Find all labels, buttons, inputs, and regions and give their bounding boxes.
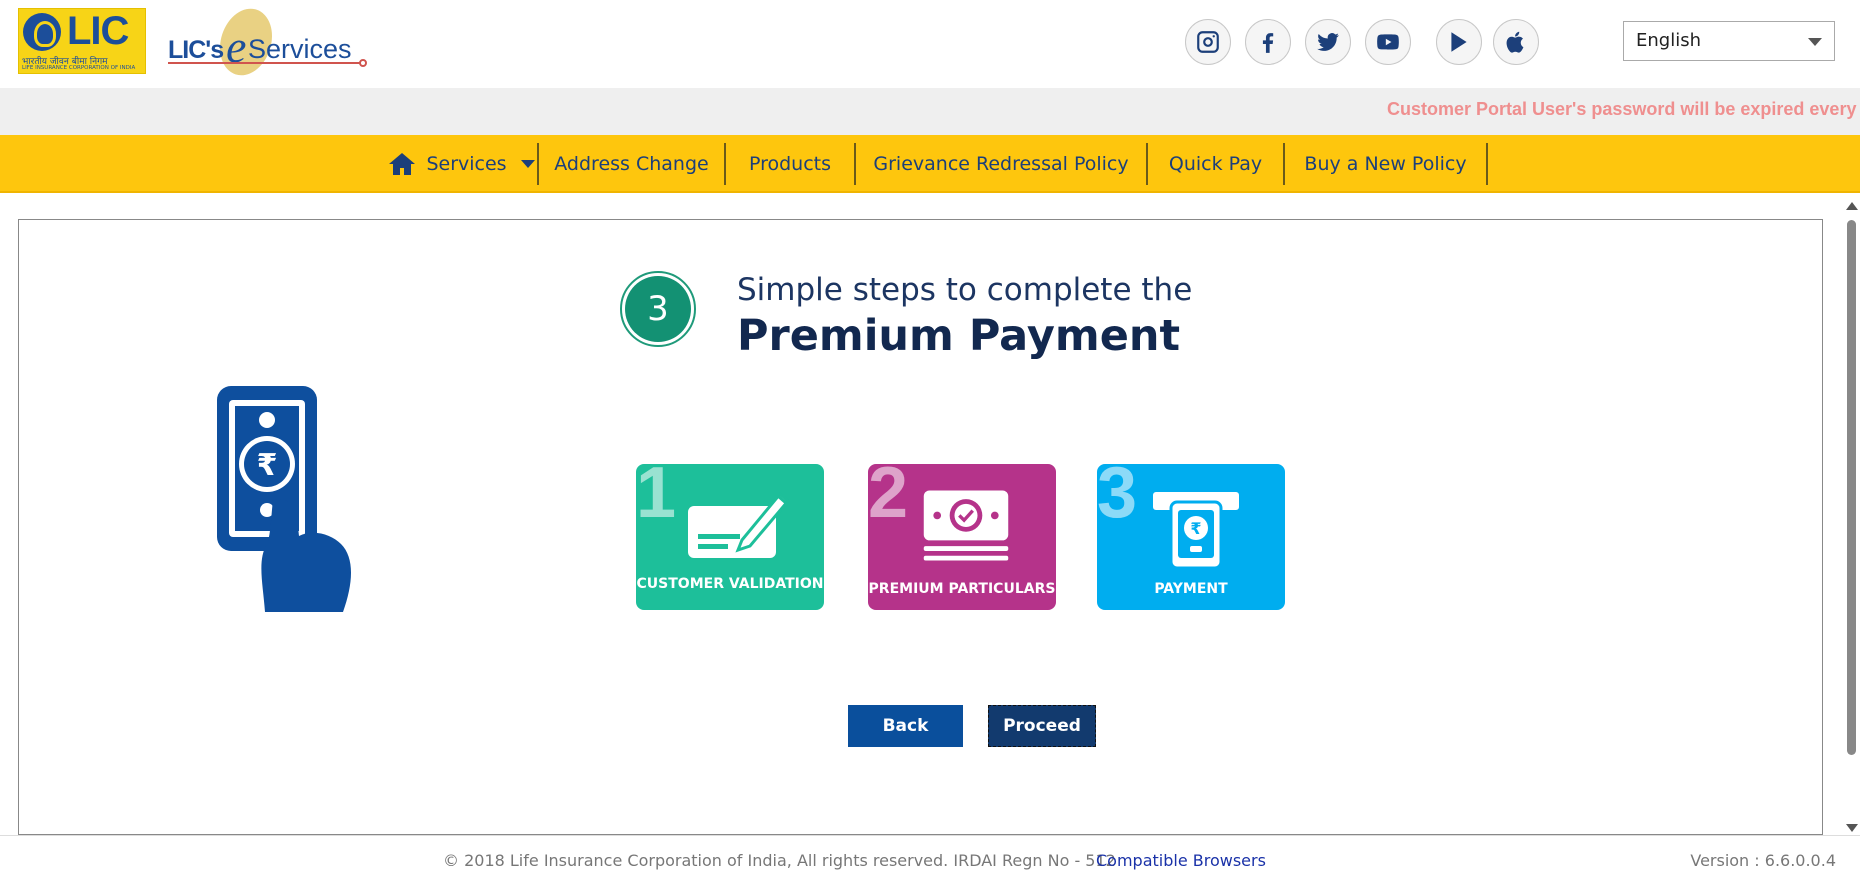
scroll-up-arrow-icon[interactable] (1846, 202, 1858, 210)
svg-text:₹: ₹ (257, 448, 278, 483)
step-count-badge: 3 (620, 271, 696, 347)
home-icon (389, 153, 416, 175)
step-card-payment: 3 ₹ PAYMENT (1097, 464, 1285, 610)
chevron-down-icon (520, 160, 535, 168)
language-select-value: English (1636, 30, 1701, 51)
footer-version: Version : 6.6.0.0.4 (1690, 851, 1836, 870)
compatible-browsers-link[interactable]: Compatible Browsers (1096, 851, 1266, 870)
announcement-marquee: Customer Portal User's password will be … (0, 88, 1860, 135)
lic-logo[interactable]: LIC भारतीय जीवन बीमा निगम LIFE INSURANCE… (18, 8, 146, 74)
svg-text:₹: ₹ (1190, 519, 1201, 538)
nav-quick-pay[interactable]: Quick Pay (1148, 143, 1285, 185)
main-content-frame: 3 Simple steps to complete the Premium P… (18, 219, 1823, 835)
step-card-customer-validation: 1 CUSTOMER VALIDATION (636, 464, 824, 610)
step-card-number: 1 (636, 464, 677, 533)
eservices-underline (168, 62, 363, 64)
footer-copyright: © 2018 Life Insurance Corporation of Ind… (443, 851, 1116, 870)
scroll-down-arrow-icon[interactable] (1846, 824, 1858, 832)
lic-logo-word: LIC (67, 9, 129, 53)
step-card-label: PREMIUM PARTICULARS (868, 581, 1056, 597)
eservices-logo-word: Services (248, 34, 352, 64)
youtube-icon[interactable] (1365, 19, 1411, 65)
cheque-sign-icon (688, 491, 791, 558)
nav-services-label: Services (426, 153, 507, 175)
chevron-down-icon (1808, 38, 1822, 46)
cash-bill-icon (923, 490, 1009, 561)
lic-emblem-icon (23, 13, 61, 51)
step-card-premium-particulars: 2 PREMIUM PARTICULARS (868, 464, 1056, 610)
step-card-number: 2 (868, 464, 909, 533)
eservices-logo-e: e (226, 21, 247, 72)
footer: © 2018 Life Insurance Corporation of Ind… (0, 835, 1860, 885)
nav-grievance-label: Grievance Redressal Policy (873, 153, 1129, 175)
nav-services[interactable]: Services (386, 143, 539, 185)
twitter-icon[interactable] (1305, 19, 1351, 65)
scrollbar-thumb[interactable] (1847, 220, 1856, 755)
page-scrollbar[interactable] (1843, 199, 1860, 835)
google-play-icon[interactable] (1436, 19, 1482, 65)
language-select[interactable]: English (1623, 21, 1835, 61)
proceed-button[interactable]: Proceed (988, 705, 1096, 747)
marquee-text: Customer Portal User's password will be … (1387, 99, 1860, 119)
nav-buy-new-policy[interactable]: Buy a New Policy (1285, 143, 1488, 185)
page-title: Premium Payment (737, 311, 1181, 361)
step-card-number: 3 (1097, 464, 1138, 533)
page-subtitle: Simple steps to complete the (737, 272, 1193, 308)
header: LIC भारतीय जीवन बीमा निगम LIFE INSURANCE… (0, 0, 1860, 88)
back-button[interactable]: Back (848, 705, 963, 747)
nav-quick-pay-label: Quick Pay (1168, 153, 1263, 175)
nav-grievance-redressal-policy[interactable]: Grievance Redressal Policy (856, 143, 1148, 185)
lic-logo-subtitle: LIFE INSURANCE CORPORATION OF INDIA (22, 65, 136, 71)
step-card-label: PAYMENT (1154, 581, 1228, 597)
eservices-logo[interactable]: LIC's e Services (168, 1, 368, 83)
step-card-label: CUSTOMER VALIDATION (636, 576, 824, 592)
eservices-dot (359, 59, 367, 67)
nav-buy-new-policy-label: Buy a New Policy (1304, 153, 1467, 175)
nav-address-change[interactable]: Address Change (539, 143, 726, 185)
nav-products[interactable]: Products (726, 143, 856, 185)
nav-products-label: Products (748, 153, 832, 175)
apple-icon[interactable] (1493, 19, 1539, 65)
main-nav: Services Address Change Products Grievan… (0, 135, 1860, 193)
instagram-icon[interactable] (1185, 19, 1231, 65)
nav-address-change-label: Address Change (554, 153, 709, 175)
facebook-icon[interactable] (1245, 19, 1291, 65)
hand-rupee-note-icon: ₹ (217, 386, 351, 612)
atm-rupee-icon: ₹ (1153, 492, 1239, 570)
step-count-value: 3 (625, 276, 691, 342)
eservices-logo-prefix: LIC's (168, 36, 224, 64)
